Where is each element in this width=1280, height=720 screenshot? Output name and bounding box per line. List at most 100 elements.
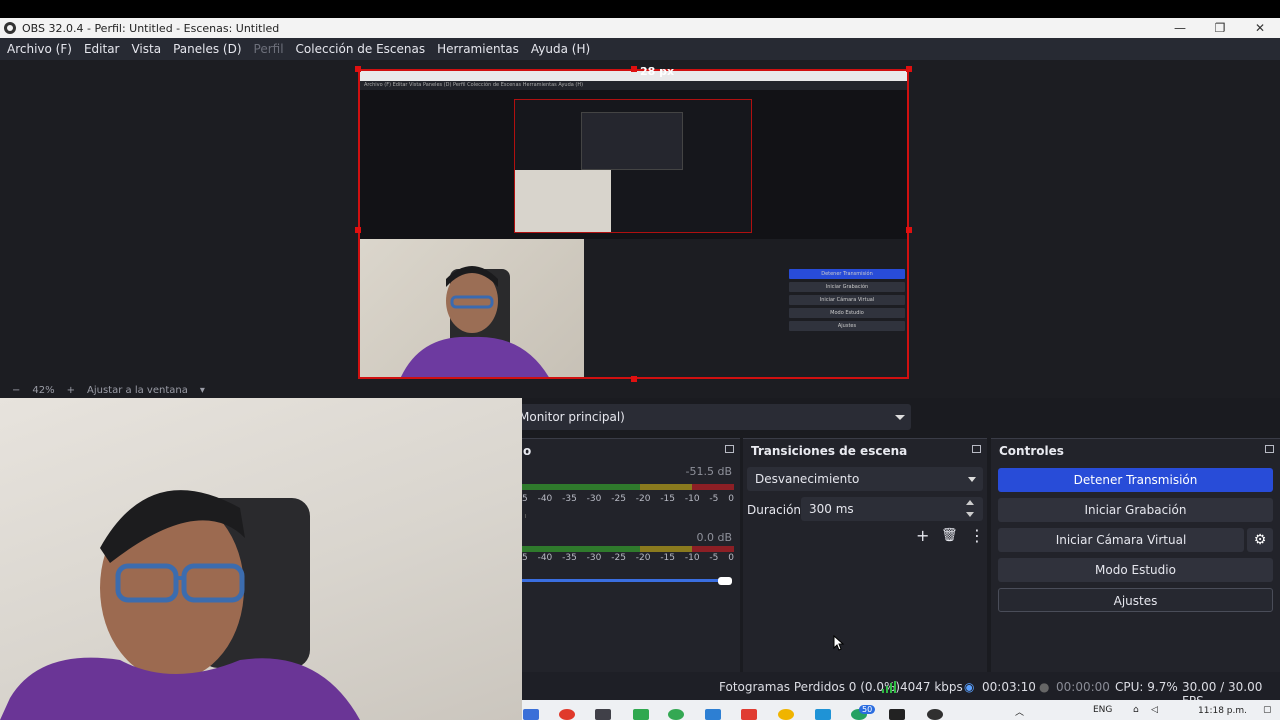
webcam-overlay [0,398,522,720]
menu-vista[interactable]: Vista [131,42,161,56]
spin-down-icon[interactable] [966,512,974,517]
zoom-in-button[interactable]: + [67,385,75,396]
audio-mixer-dock: o -51.5 dB 5 -40 -35 -30 -25 -20 -15 -10 -5 0 0.0… [515,438,740,673]
scene-selector-value: Monitor principal) [519,410,625,424]
outlook-icon[interactable] [705,709,721,720]
chevron-down-icon[interactable] [968,477,976,482]
scene-transitions-dock: Transiciones de escena Desvanecimiento D… [743,438,987,673]
zoom-out-button[interactable]: − [12,385,20,396]
restore-button[interactable]: ❐ [1200,18,1240,38]
excel-icon[interactable] [633,709,649,720]
app-icon[interactable] [778,709,794,720]
studio-mode-button[interactable]: Modo Estudio [998,558,1273,582]
nested-preview [514,99,752,233]
zoom-bar: − 42% + Ajustar a la ventana ▾ [0,382,1280,398]
duration-input[interactable]: 300 ms [801,497,983,521]
dropped-frames: Fotogramas Perdidos 0 (0.0%) [719,680,901,694]
resize-handle-top[interactable] [631,66,637,72]
channel1-slider-track[interactable] [525,514,731,518]
controls-title: Controles [999,444,1064,458]
menu-editar[interactable]: Editar [84,42,120,56]
transition-select[interactable]: Desvanecimiento [747,467,983,491]
channel2-db: 0.0 dB [696,531,732,544]
top-black-strip [0,0,1280,18]
chrome-profile-icon[interactable] [668,709,684,720]
menu-perfil[interactable]: Perfil [254,42,284,56]
nested-stop-stream: Detener Transmisión [789,269,905,279]
bitrate: 4047 kbps [900,680,963,694]
duration-value: 300 ms [809,502,854,516]
resize-handle-top-right[interactable] [906,66,912,72]
preview-canvas[interactable]: Archivo (F) Editar Vista Paneles (D) Per… [358,69,909,379]
windows-taskbar: 50 ︿ ENG ⌂ ◁ 11:18 p.m. ▢ [515,700,1280,720]
window-title: OBS 32.0.4 - Perfil: Untitled - Escenas:… [22,21,280,35]
virtual-camera-gear-icon[interactable]: ⚙ [1247,528,1273,552]
start-recording-button[interactable]: Iniciar Grabación [998,498,1273,522]
scene-selector[interactable]: Monitor principal) [515,404,911,430]
mixer-title: o [523,444,532,458]
preview-webcam-source [360,239,584,377]
windows-app-icon[interactable] [815,709,831,720]
close-button[interactable]: ✕ [1240,18,1280,38]
zoom-level: 42% [32,384,55,396]
resize-handle-left[interactable] [355,227,361,233]
resize-handle-top-left[interactable] [355,66,361,72]
settings-button[interactable]: Ajustes [998,588,1273,612]
menu-paneles[interactable]: Paneles (D) [173,42,241,56]
distance-label: 28 px [640,65,675,78]
menu-coleccion-escenas[interactable]: Colección de Escenas [296,42,426,56]
network-icon[interactable]: ⌂ [1133,705,1139,715]
obs-taskbar-icon[interactable] [927,709,943,720]
record-status-icon: ● [1039,680,1050,694]
undock-icon[interactable] [972,445,981,453]
nested-menu: Archivo (F) Editar Vista Paneles (D) Per… [360,81,907,90]
capcut-icon[interactable] [889,709,905,720]
controls-dock: Controles Detener Transmisión Iniciar Gr… [991,438,1280,673]
start-virtual-camera-button[interactable]: Iniciar Cámara Virtual [998,528,1244,552]
chevron-down-icon[interactable] [895,415,905,420]
channel2-volume-slider[interactable] [522,579,727,582]
zoom-fit-arrow-icon[interactable]: ▾ [200,385,205,396]
language-indicator[interactable]: ENG [1093,705,1112,715]
channel1-ticks: 5 -40 -35 -30 -25 -20 -15 -10 -5 0 [522,494,734,504]
zoom-fit-select[interactable]: Ajustar a la ventana [87,385,188,396]
terminal-icon[interactable] [595,709,611,720]
menu-herramientas[interactable]: Herramientas [437,42,519,56]
notifications-icon[interactable]: ▢ [1263,705,1272,715]
duration-label: Duración [747,503,802,517]
notification-badge: 50 [859,705,876,714]
chrome-icon[interactable] [559,709,575,720]
add-transition-button[interactable]: + [916,528,929,544]
channel1-db: -51.5 dB [685,465,733,478]
nested-webcam [515,170,611,232]
transition-value: Desvanecimiento [755,472,860,486]
remove-transition-button[interactable]: 🗑 [941,528,958,544]
nested-recursive-preview [581,112,683,170]
menu-bar: Archivo (F) Editar Vista Paneles (D) Per… [0,38,1280,60]
stop-stream-button[interactable]: Detener Transmisión [998,468,1273,492]
record-time: 00:00:00 [1056,680,1110,694]
menu-ayuda[interactable]: Ayuda (H) [531,42,590,56]
undock-icon[interactable] [725,445,734,453]
status-bar: Fotogramas Perdidos 0 (0.0%) 4047 kbps ◉… [515,672,1280,708]
nested-titlebar [360,71,907,81]
transition-more-button[interactable]: ⋮ [969,528,985,544]
channel2-volume-knob[interactable] [718,577,732,585]
tray-chevron-icon[interactable]: ︿ [1015,705,1024,718]
signal-bars-icon [882,681,896,693]
channel2-meter [522,546,734,552]
preview-area[interactable]: Archivo (F) Editar Vista Paneles (D) Per… [0,60,1280,382]
minimize-button[interactable]: — [1160,18,1200,38]
resize-handle-right[interactable] [906,227,912,233]
person-webcam-image-icon [0,490,360,720]
taskbar-clock[interactable]: 11:18 p.m. [1198,706,1247,716]
spin-up-icon[interactable] [966,500,974,505]
taskbar-app-icon[interactable] [523,709,539,720]
undock-icon[interactable] [1265,445,1274,453]
menu-archivo[interactable]: Archivo (F) [7,42,72,56]
person-silhouette-icon [401,266,549,377]
acrobat-icon[interactable] [741,709,757,720]
nested-start-recording: Iniciar Grabación [789,282,905,292]
nested-docks: Detener Transmisión Iniciar Grabación In… [584,239,907,377]
speaker-icon[interactable]: ◁ [1151,705,1158,715]
